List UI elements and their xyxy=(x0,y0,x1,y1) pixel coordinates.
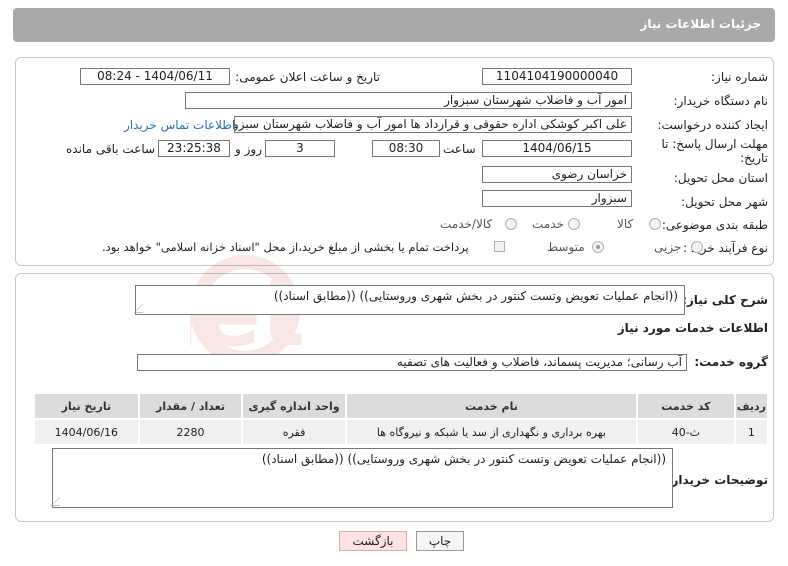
cell-row-number: 1 xyxy=(733,418,770,446)
description-label: شرح کلی نیاز: xyxy=(682,293,768,307)
category-option-goods-service: کالا/خدمت xyxy=(440,217,493,231)
category-option-service: خدمت xyxy=(532,217,564,231)
col-need-date: تاریخ نیاز xyxy=(33,392,140,420)
col-service-name: نام خدمت xyxy=(344,392,638,420)
services-table: ردیف کد خدمت نام خدمت واحد اندازه گیری ت… xyxy=(33,392,770,446)
description-textarea[interactable]: ((انجام عملیات تعویض وتست کنتور در بخش ش… xyxy=(133,285,685,315)
cell-quantity: 2280 xyxy=(137,418,244,446)
category-option-goods: کالا xyxy=(617,217,634,231)
col-row-number: ردیف xyxy=(733,392,770,420)
cell-unit: فقره xyxy=(241,418,347,446)
need-number-label: شماره نیاز: xyxy=(711,70,768,84)
col-service-code: کد خدمت xyxy=(635,392,736,420)
buyer-contact-link[interactable]: اطلاعات تماس خریدار xyxy=(124,118,235,132)
need-info-panel xyxy=(15,57,774,266)
announce-field: 1404/06/11 - 08:24 xyxy=(80,68,230,85)
deadline-time-field: 08:30 xyxy=(372,140,440,157)
purchase-option-minor: جزیی xyxy=(654,240,682,254)
category-radio-service[interactable] xyxy=(568,218,580,230)
service-group-field: آب رسانی؛ مدیریت پسماند، فاضلاب و فعالیت… xyxy=(137,354,687,371)
table-row: 1 ث-40 بهره برداری و نگهداری از سد یا شب… xyxy=(33,418,770,446)
deadline-date-field: 1404/06/15 xyxy=(482,140,632,157)
deadline-label-line1: مهلت ارسال پاسخ: تا xyxy=(661,137,768,151)
creator-field: علی اکبر کوشکی اداره حقوقی و قرارداد ها … xyxy=(234,116,632,133)
announce-label: تاریخ و ساعت اعلان عمومی: xyxy=(235,70,380,84)
buyer-notes-label: توضیحات خریدار: xyxy=(666,473,768,487)
creator-label: ایجاد کننده درخواست: xyxy=(657,118,768,132)
resize-handle-icon[interactable] xyxy=(50,497,69,506)
category-radio-goods[interactable] xyxy=(649,218,661,230)
province-label: استان محل تحویل: xyxy=(673,171,768,185)
print-button[interactable]: چاپ xyxy=(416,531,464,551)
need-number-field: 1104104190000040 xyxy=(482,68,632,85)
cell-service-code: ث-40 xyxy=(635,418,736,446)
cell-service-name: بهره برداری و نگهداری از سد یا شبکه و نی… xyxy=(344,418,638,446)
buyer-notes-text: ((انجام عملیات تعویض وتست کنتور در بخش ش… xyxy=(261,452,666,466)
treasury-payment-checkbox[interactable] xyxy=(494,241,505,252)
category-label: طبقه بندی موضوعی: xyxy=(661,218,768,232)
cell-need-date: 1404/06/16 xyxy=(33,418,140,446)
resize-handle-icon[interactable] xyxy=(133,304,152,313)
treasury-payment-note: پرداخت تمام یا بخشی از مبلغ خرید،از محل … xyxy=(102,240,469,254)
category-radio-goods-service[interactable] xyxy=(505,218,517,230)
description-text: ((انجام عملیات تعویض وتست کنتور در بخش ش… xyxy=(273,289,678,303)
province-field: خراسان رضوی xyxy=(482,166,632,183)
table-header-row: ردیف کد خدمت نام خدمت واحد اندازه گیری ت… xyxy=(33,392,770,420)
col-unit: واحد اندازه گیری xyxy=(241,392,347,420)
services-section-title: اطلاعات خدمات مورد نیاز xyxy=(617,321,768,335)
remaining-time-field: 23:25:38 xyxy=(158,140,230,157)
page-header: جزئیات اطلاعات نیاز xyxy=(13,8,775,42)
service-group-label: گروه خدمت: xyxy=(694,355,768,369)
col-quantity: تعداد / مقدار xyxy=(137,392,244,420)
page-title: جزئیات اطلاعات نیاز xyxy=(640,17,761,31)
back-button[interactable]: بازگشت xyxy=(339,531,407,551)
deadline-time-label: ساعت xyxy=(443,142,476,156)
days-field: 3 xyxy=(265,140,335,157)
city-field: سبزوار xyxy=(482,190,632,207)
purchase-radio-medium[interactable] xyxy=(592,241,604,253)
days-label: روز و xyxy=(235,142,262,156)
buyer-org-field: امور آب و فاضلاب شهرستان سبزوار xyxy=(185,92,632,109)
buyer-notes-textarea[interactable]: ((انجام عملیات تعویض وتست کنتور در بخش ش… xyxy=(50,448,673,508)
purchase-radio-minor[interactable] xyxy=(691,241,703,253)
buyer-org-label: نام دستگاه خریدار: xyxy=(673,94,769,108)
city-label: شهر محل تحویل: xyxy=(681,195,768,209)
purchase-option-medium: متوسط xyxy=(547,240,585,254)
deadline-label-line2: تاریخ: xyxy=(740,151,768,165)
remaining-label: ساعت باقی مانده xyxy=(66,142,156,156)
